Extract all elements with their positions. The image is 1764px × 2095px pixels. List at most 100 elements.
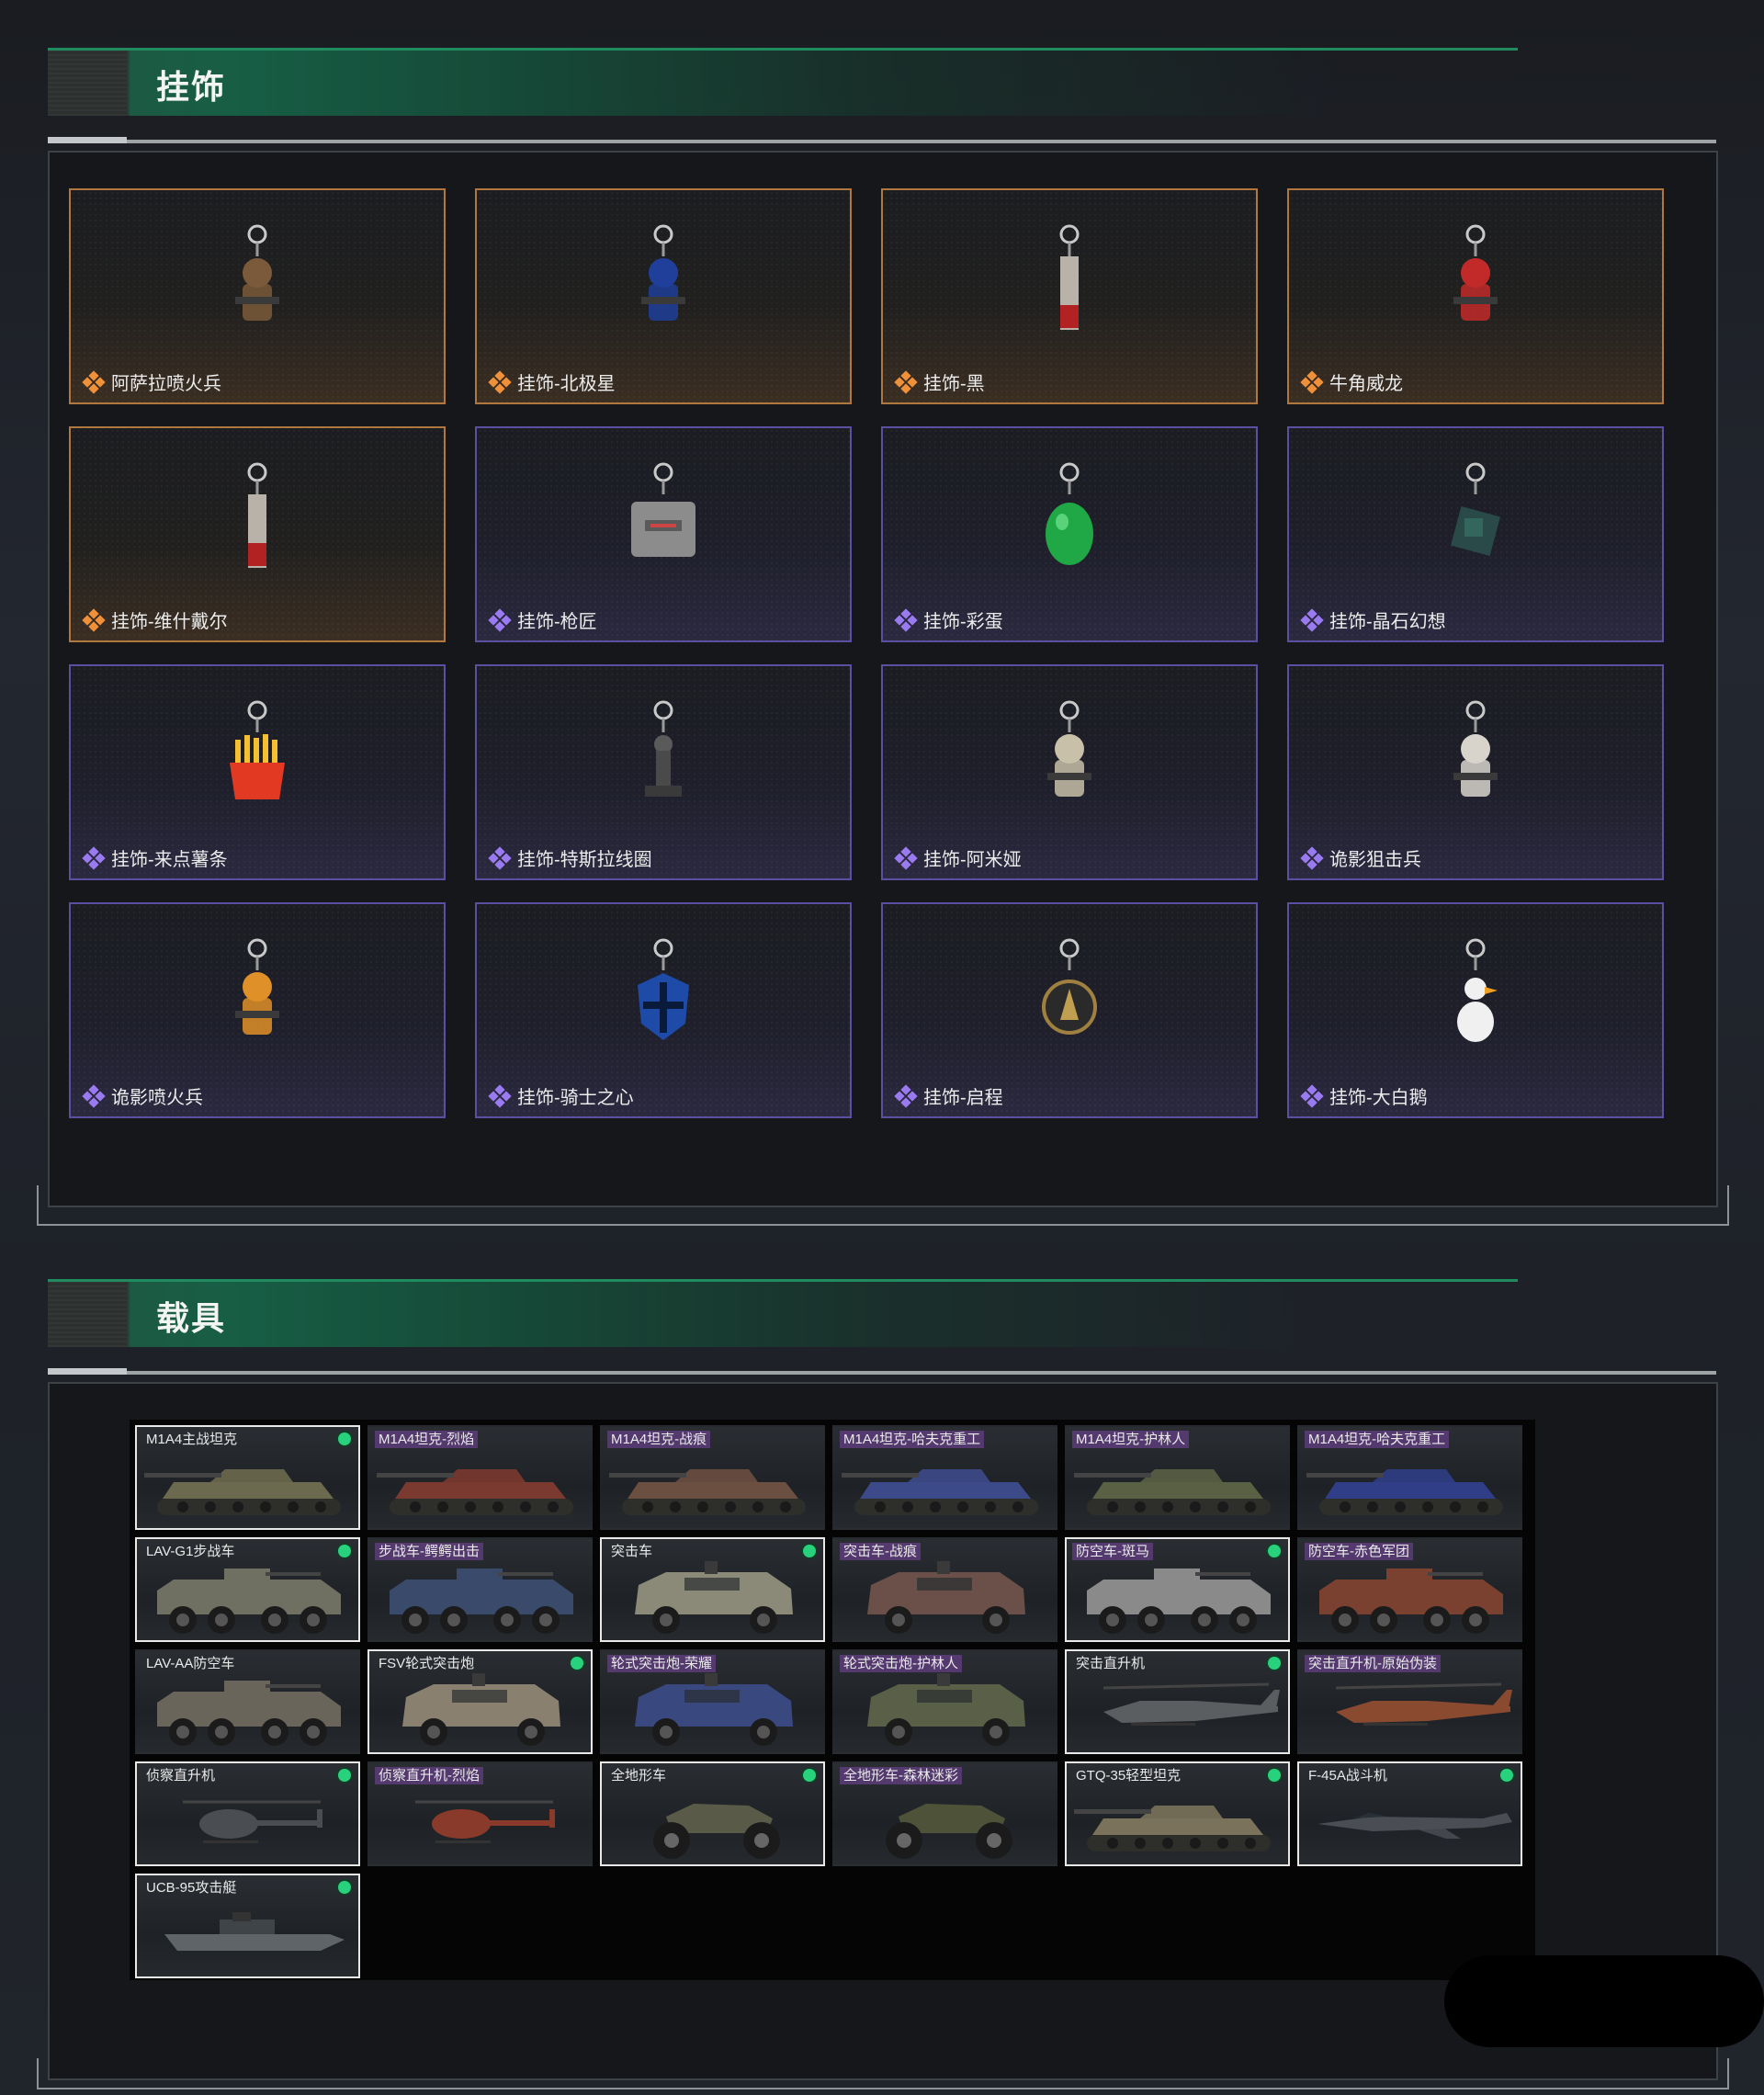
charm-card[interactable]: 挂饰-彩蛋 xyxy=(881,426,1258,642)
charm-label: 挂饰-北极星 xyxy=(488,368,616,395)
vehicle-name: 突击车-战痕 xyxy=(840,1543,921,1560)
tesla-coil-charm-icon xyxy=(477,675,850,832)
section-divider xyxy=(48,137,1716,143)
owned-status-dot xyxy=(1268,1545,1281,1557)
vehicle-card[interactable]: 突击直升机 xyxy=(1065,1649,1290,1754)
charm-label: 挂饰-启程 xyxy=(894,1082,1003,1109)
charm-name: 挂饰-北极星 xyxy=(517,374,616,394)
owned-status-dot xyxy=(338,1769,351,1782)
charm-card[interactable]: 挂饰-维什戴尔 xyxy=(69,426,446,642)
rarity-diamond-icon xyxy=(1300,607,1324,632)
charm-label: 挂饰-阿米娅 xyxy=(894,844,1022,871)
vehicle-card[interactable]: 侦察直升机 xyxy=(135,1761,360,1866)
vehicle-card[interactable]: 突击车 xyxy=(600,1537,825,1642)
vehicle-name: 突击车 xyxy=(611,1544,653,1559)
vehicle-card[interactable]: 突击车-战痕 xyxy=(832,1537,1057,1642)
charm-card[interactable]: 诡影狙击兵 xyxy=(1287,664,1664,880)
owned-status-dot xyxy=(571,1657,583,1670)
vehicle-name: UCB-95攻击艇 xyxy=(146,1880,237,1896)
charm-card[interactable]: 牛角威龙 xyxy=(1287,188,1664,404)
vehicle-card[interactable]: UCB-95攻击艇 xyxy=(135,1874,360,1978)
redaction-mark xyxy=(1444,1955,1764,2047)
owned-status-dot xyxy=(338,1881,351,1894)
vehicle-card[interactable]: FSV轮式突击炮 xyxy=(368,1649,593,1754)
charm-card[interactable]: 挂饰-枪匠 xyxy=(475,426,852,642)
charm-name: 诡影狙击兵 xyxy=(1329,850,1421,870)
vehicle-name: M1A4主战坦克 xyxy=(146,1432,238,1447)
charm-label: 挂饰-骑士之心 xyxy=(488,1082,634,1109)
vehicle-name: LAV-G1步战车 xyxy=(146,1544,235,1559)
vehicle-card[interactable]: 突击直升机-原始伪装 xyxy=(1297,1649,1522,1754)
owned-status-dot xyxy=(1268,1657,1281,1670)
vehicle-card[interactable]: LAV-G1步战车 xyxy=(135,1537,360,1642)
vehicle-card[interactable]: F-45A战斗机 xyxy=(1297,1761,1522,1866)
charm-card[interactable]: 诡影喷火兵 xyxy=(69,902,446,1118)
vehicle-card[interactable]: 防空车-赤色军团 xyxy=(1297,1537,1522,1642)
charm-card[interactable]: 挂饰-晶石幻想 xyxy=(1287,426,1664,642)
charm-label: 挂饰-维什戴尔 xyxy=(82,606,228,633)
vehicle-card[interactable]: 全地形车 xyxy=(600,1761,825,1866)
charm-card[interactable]: 挂饰-阿米娅 xyxy=(881,664,1258,880)
ghost-flamethrower-charm-icon xyxy=(71,913,444,1070)
white-goose-charm-icon xyxy=(1289,913,1662,1070)
charm-name: 挂饰-大白鹅 xyxy=(1329,1088,1428,1108)
rarity-diamond-icon xyxy=(894,369,918,394)
panel-frame xyxy=(37,1185,1729,1226)
vehicle-card[interactable]: 步战车-鳄鳄出击 xyxy=(368,1537,593,1642)
vehicle-card[interactable]: M1A4主战坦克 xyxy=(135,1425,360,1530)
charm-card[interactable]: 挂饰-特斯拉线圈 xyxy=(475,664,852,880)
owned-status-dot xyxy=(803,1769,816,1782)
charm-name: 挂饰-枪匠 xyxy=(517,612,597,632)
vehicle-name: M1A4坦克-哈夫克重工 xyxy=(1305,1431,1450,1448)
charm-card[interactable]: 挂饰-来点薯条 xyxy=(69,664,446,880)
vehicle-name: 突击直升机 xyxy=(1076,1656,1146,1671)
vehicle-grid: M1A4主战坦克 M1A4坦克-烈焰 M1A4坦克-战痕 M1A4坦克-哈夫克重工 M1… xyxy=(135,1425,1522,1978)
vehicle-card[interactable]: M1A4坦克-哈夫克重工 xyxy=(1297,1425,1522,1530)
charm-card[interactable]: 挂饰-黑 xyxy=(881,188,1258,404)
charm-card[interactable]: 挂饰-骑士之心 xyxy=(475,902,852,1118)
vehicle-card[interactable]: 防空车-斑马 xyxy=(1065,1537,1290,1642)
rarity-diamond-icon xyxy=(82,607,106,632)
easter-egg-charm-icon xyxy=(883,437,1256,594)
rarity-diamond-icon xyxy=(82,845,106,870)
rarity-diamond-icon xyxy=(488,1083,512,1108)
charm-name: 挂饰-黑 xyxy=(923,374,985,394)
charm-card[interactable]: 挂饰-大白鹅 xyxy=(1287,902,1664,1118)
vehicle-card[interactable]: 侦察直升机-烈焰 xyxy=(368,1761,593,1866)
header-banner xyxy=(48,1279,1518,1347)
vehicle-card[interactable]: M1A4坦克-战痕 xyxy=(600,1425,825,1530)
vehicle-name: 侦察直升机-烈焰 xyxy=(375,1767,483,1784)
polaris-charm-icon xyxy=(477,199,850,356)
fries-charm-icon xyxy=(71,675,444,832)
ghost-sniper-charm-icon xyxy=(1289,675,1662,832)
charm-name: 阿萨拉喷火兵 xyxy=(111,374,221,394)
charm-name: 挂饰-维什戴尔 xyxy=(111,612,228,632)
charm-card[interactable]: 阿萨拉喷火兵 xyxy=(69,188,446,404)
rarity-diamond-icon xyxy=(1300,845,1324,870)
vehicle-card[interactable]: 轮式突击炮-荣耀 xyxy=(600,1649,825,1754)
departure-medal-charm-icon xyxy=(883,913,1256,1070)
charm-card[interactable]: 挂饰-启程 xyxy=(881,902,1258,1118)
gunsmith-case-charm-icon xyxy=(477,437,850,594)
charm-label: 诡影狙击兵 xyxy=(1300,844,1421,871)
wisdel-tag-charm-icon xyxy=(71,437,444,594)
rarity-diamond-icon xyxy=(894,607,918,632)
vehicle-card[interactable]: M1A4坦克-哈夫克重工 xyxy=(832,1425,1057,1530)
charm-card[interactable]: 挂饰-北极星 xyxy=(475,188,852,404)
loadout-page: 挂饰 阿萨拉喷火兵 挂饰-北极星 挂饰-黑 牛角威龙 挂饰-维什戴尔 挂饰-枪匠 挂饰-彩蛋… xyxy=(0,0,1764,2095)
knight-heart-charm-icon xyxy=(477,913,850,1070)
vehicle-card[interactable]: 全地形车-森林迷彩 xyxy=(832,1761,1057,1866)
vehicle-card[interactable]: 轮式突击炮-护林人 xyxy=(832,1649,1057,1754)
vehicle-card[interactable]: GTQ-35轻型坦克 xyxy=(1065,1761,1290,1866)
vehicle-name: 防空车-赤色军团 xyxy=(1305,1543,1413,1560)
flamethrower-soldier-charm-icon xyxy=(71,199,444,356)
vehicle-card[interactable]: LAV-AA防空车 xyxy=(135,1649,360,1754)
vehicle-card[interactable]: M1A4坦克-烈焰 xyxy=(368,1425,593,1530)
vehicle-name: 全地形车 xyxy=(611,1768,667,1784)
charm-name: 牛角威龙 xyxy=(1329,374,1403,394)
crystal-cube-charm-icon xyxy=(1289,437,1662,594)
charm-label: 挂饰-黑 xyxy=(894,368,985,395)
charm-label: 挂饰-彩蛋 xyxy=(894,606,1003,633)
rarity-diamond-icon xyxy=(82,369,106,394)
vehicle-card[interactable]: M1A4坦克-护林人 xyxy=(1065,1425,1290,1530)
